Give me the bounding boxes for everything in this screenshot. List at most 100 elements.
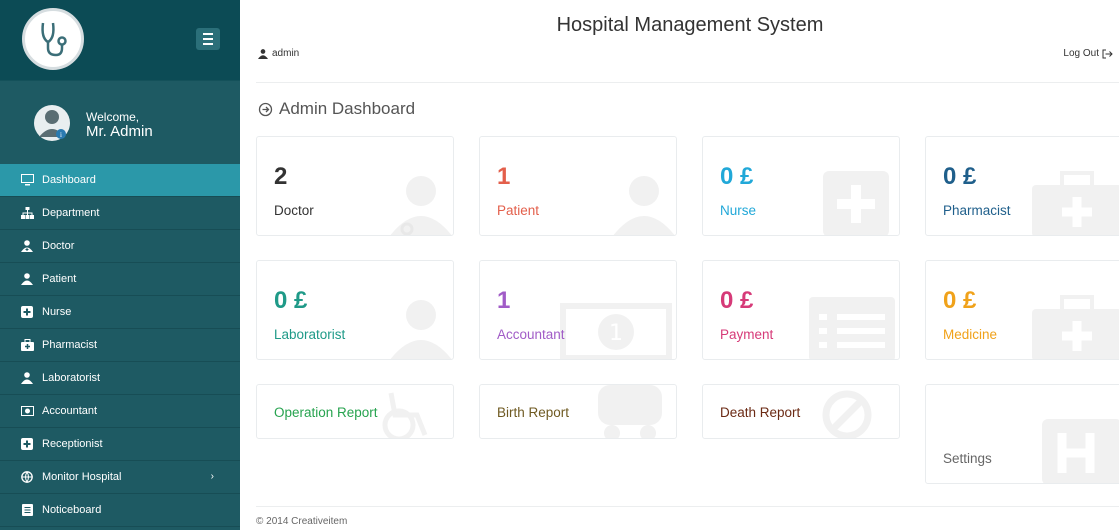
tile-operation-report[interactable]: Operation Report bbox=[256, 384, 454, 439]
tile-label: Birth Report bbox=[497, 405, 570, 420]
globe-icon bbox=[20, 470, 34, 484]
sidebar-item-label: Pharmacist bbox=[42, 339, 98, 351]
tile-label: Death Report bbox=[720, 405, 801, 420]
footer-copyright: © 2014 Creativeitem bbox=[256, 516, 348, 527]
plus-square-icon bbox=[20, 305, 34, 319]
user-icon bbox=[258, 48, 268, 59]
medkit-icon bbox=[20, 338, 34, 352]
user-icon bbox=[613, 176, 675, 235]
main-content: Hospital Management System admin Log Out… bbox=[240, 0, 1119, 530]
app-title: Hospital Management System bbox=[556, 14, 824, 36]
tile-label: Doctor bbox=[274, 203, 314, 218]
sidebar-item-noticeboard[interactable]: Noticeboard bbox=[0, 494, 240, 527]
tile-payment[interactable]: 0 £ Payment bbox=[702, 260, 900, 360]
sidebar-item-label: Patient bbox=[42, 273, 77, 285]
tile-medicine[interactable]: 0 £ Medicine bbox=[925, 260, 1119, 360]
menu-toggle-button[interactable] bbox=[196, 28, 220, 50]
tile-number: 2 bbox=[274, 163, 288, 190]
monitor-icon bbox=[20, 173, 34, 187]
circle-arrow-right-icon bbox=[258, 102, 273, 116]
tile-number: 0 £ bbox=[274, 287, 308, 314]
brand-bar bbox=[0, 0, 240, 80]
chevron-right-icon: › bbox=[210, 471, 214, 482]
svg-text:i: i bbox=[60, 131, 62, 139]
tile-label: Payment bbox=[720, 327, 774, 342]
sidebar-item-pharmacist[interactable]: Pharmacist bbox=[0, 329, 240, 362]
tile-label: Accountant bbox=[497, 327, 565, 342]
tile-number: 0 £ bbox=[943, 163, 977, 190]
user-name: Mr. Admin bbox=[86, 123, 153, 141]
tile-doctor[interactable]: 2 Doctor bbox=[256, 136, 454, 236]
money-icon bbox=[20, 404, 34, 418]
sidebar-item-label: Noticeboard bbox=[42, 504, 102, 516]
logout-icon bbox=[1102, 49, 1113, 58]
tile-label: Laboratorist bbox=[274, 327, 346, 342]
sidebar-item-dashboard[interactable]: Dashboard bbox=[0, 164, 240, 197]
sidebar-item-doctor[interactable]: Doctor bbox=[0, 230, 240, 263]
sidebar-item-label: Dashboard bbox=[42, 174, 96, 186]
svg-text:1: 1 bbox=[609, 321, 623, 346]
page-title: Admin Dashboard bbox=[258, 99, 415, 119]
logout-label: Log Out bbox=[1063, 48, 1099, 59]
sidebar-item-label: Doctor bbox=[42, 240, 75, 252]
sidebar-item-laboratorist[interactable]: Laboratorist bbox=[0, 362, 240, 395]
sidebar-item-label: Nurse bbox=[42, 306, 72, 318]
list-icon bbox=[809, 297, 895, 359]
tile-label: Nurse bbox=[720, 203, 757, 218]
tile-nurse[interactable]: 0 £ Nurse bbox=[702, 136, 900, 236]
tile-label: Pharmacist bbox=[943, 203, 1011, 218]
sidebar: i Welcome, Mr. Admin Dashboard Departmen… bbox=[0, 0, 240, 530]
sidebar-item-label: Monitor Hospital bbox=[42, 471, 122, 483]
user-link[interactable]: admin bbox=[258, 48, 299, 59]
tile-accountant[interactable]: 1 1 Accountant bbox=[479, 260, 677, 360]
sidebar-item-label: Receptionist bbox=[42, 438, 103, 450]
tile-settings[interactable]: Settings bbox=[925, 384, 1119, 484]
sidebar-item-label: Accountant bbox=[42, 405, 98, 417]
medkit-icon bbox=[1032, 295, 1119, 359]
medkit-icon bbox=[1032, 171, 1119, 235]
sidebar-menu: Dashboard Department Doctor Patient Nurs… bbox=[0, 164, 240, 527]
user-md-icon bbox=[20, 239, 34, 253]
tile-birth-report[interactable]: Birth Report bbox=[479, 384, 677, 439]
tile-pharmacist[interactable]: 0 £ Pharmacist bbox=[925, 136, 1119, 236]
tile-number: 0 £ bbox=[943, 287, 977, 314]
sidebar-item-label: Laboratorist bbox=[42, 372, 101, 384]
sidebar-item-nurse[interactable]: Nurse bbox=[0, 296, 240, 329]
page-title-text: Admin Dashboard bbox=[279, 99, 416, 118]
tile-number: 0 £ bbox=[720, 163, 754, 190]
tile-patient[interactable]: 1 Patient bbox=[479, 136, 677, 236]
sidebar-item-label: Department bbox=[42, 207, 100, 219]
stethoscope-icon bbox=[41, 22, 67, 57]
tile-label: Settings bbox=[943, 451, 992, 466]
avatar: i bbox=[34, 105, 70, 141]
logo[interactable] bbox=[22, 8, 84, 70]
plus-square-icon bbox=[823, 171, 889, 235]
tile-number: 1 bbox=[497, 287, 511, 314]
wheelchair-icon bbox=[382, 392, 428, 438]
doctor-icon bbox=[390, 176, 452, 235]
plus-square-icon bbox=[20, 437, 34, 451]
tile-laboratorist[interactable]: 0 £ Laboratorist bbox=[256, 260, 454, 360]
tile-number: 0 £ bbox=[720, 287, 754, 314]
tile-death-report[interactable]: Death Report bbox=[702, 384, 900, 439]
tile-label: Patient bbox=[497, 203, 540, 218]
welcome-panel: i Welcome, Mr. Admin bbox=[0, 80, 240, 164]
sidebar-item-monitor-hospital[interactable]: Monitor Hospital › bbox=[0, 461, 240, 494]
tile-label: Operation Report bbox=[274, 405, 378, 420]
logout-link[interactable]: Log Out bbox=[1063, 48, 1113, 59]
user-icon bbox=[390, 300, 452, 359]
baby-icon bbox=[598, 385, 662, 438]
sitemap-icon bbox=[20, 206, 34, 220]
money-icon: 1 bbox=[560, 303, 672, 359]
sidebar-item-receptionist[interactable]: Receptionist bbox=[0, 428, 240, 461]
username-label: admin bbox=[272, 48, 300, 59]
footer-divider bbox=[256, 506, 1119, 507]
user-icon bbox=[20, 371, 34, 385]
sidebar-item-patient[interactable]: Patient bbox=[0, 263, 240, 296]
tile-label: Medicine bbox=[943, 327, 998, 342]
sidebar-item-accountant[interactable]: Accountant bbox=[0, 395, 240, 428]
user-icon bbox=[20, 272, 34, 286]
hospital-icon bbox=[1042, 419, 1119, 483]
header-divider bbox=[256, 82, 1119, 83]
sidebar-item-department[interactable]: Department bbox=[0, 197, 240, 230]
